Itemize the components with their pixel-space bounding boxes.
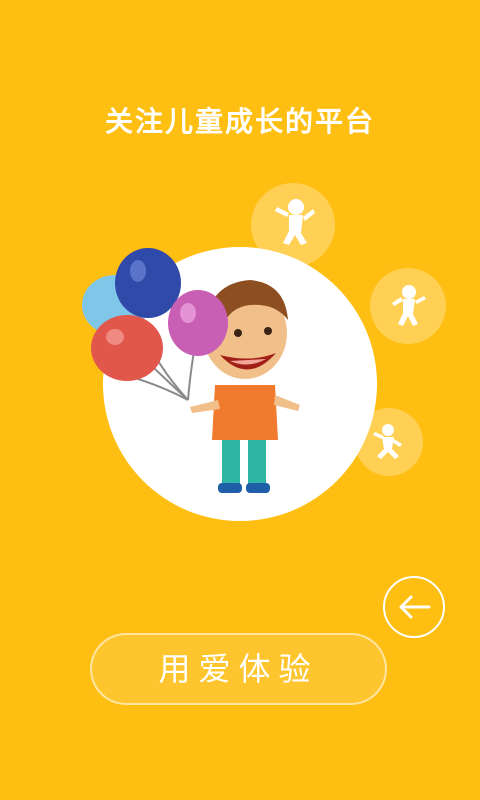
bubble-middle xyxy=(370,268,446,344)
bubble-bottom xyxy=(355,408,423,476)
child-dancing-icon xyxy=(392,285,426,326)
back-button[interactable] xyxy=(383,576,445,638)
boy-with-balloons-illustration xyxy=(82,248,300,493)
arrow-left-icon xyxy=(399,595,431,619)
experience-button[interactable]: 用爱体验 xyxy=(90,633,387,705)
balloon-red xyxy=(91,315,163,381)
child-playing-icon xyxy=(373,424,402,459)
balloon-navy xyxy=(115,248,181,318)
splash-headline: 关注儿童成长的平台 xyxy=(104,105,375,138)
balloon-pink xyxy=(168,290,228,356)
